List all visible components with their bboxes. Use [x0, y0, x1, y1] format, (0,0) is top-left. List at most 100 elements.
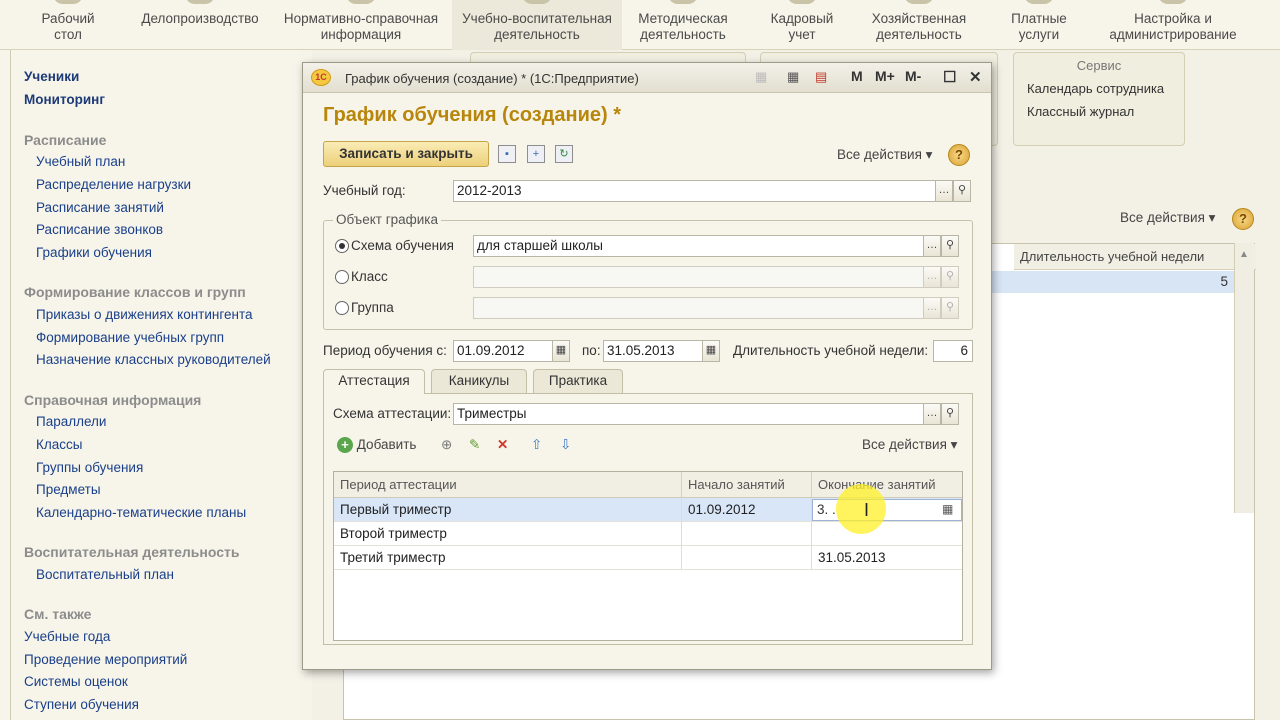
section-education[interactable]: Учебно-воспитательная деятельность [452, 0, 622, 50]
section-admin[interactable]: Настройка и администрирование [1100, 0, 1246, 43]
nav-item[interactable]: Системы оценок [24, 674, 128, 689]
nav-item[interactable]: Расписание звонков [36, 222, 163, 237]
nav-item[interactable]: Учебный план [36, 154, 125, 169]
nav-item[interactable]: Учебные года [24, 629, 110, 644]
nav-item[interactable]: Воспитательный план [36, 567, 174, 582]
section-label: учет [788, 27, 816, 42]
nav-item[interactable]: Классы [36, 437, 82, 452]
scheme-field[interactable]: для старшей школы [473, 235, 924, 257]
radio-group-label[interactable]: Группа [351, 300, 394, 315]
service-panel-title: Сервис [1076, 58, 1122, 73]
admin-icon [1158, 0, 1188, 4]
week-length-field[interactable]: 6 [933, 340, 973, 362]
search-icon[interactable]: ⚲ [941, 235, 959, 257]
move-down-icon[interactable]: ⇩ [560, 437, 571, 453]
radio-group[interactable] [335, 301, 349, 315]
save-and-close-button[interactable]: Записать и закрыть [323, 141, 489, 167]
calendar-icon[interactable]: ▦ [552, 340, 570, 362]
all-actions-label: Все действия [862, 437, 947, 452]
nav-item[interactable]: Назначение классных руководителей [36, 352, 271, 367]
move-up-icon[interactable]: ⇧ [531, 437, 542, 453]
week-length-label: Длительность учебной недели: [733, 343, 929, 358]
nav-item[interactable]: Приказы о движениях контингента [36, 307, 252, 322]
delete-icon[interactable]: ✕ [497, 437, 508, 453]
nav-item[interactable]: Предметы [36, 482, 101, 497]
radio-scheme[interactable] [335, 239, 349, 253]
document-icon[interactable]: ▦ [755, 69, 767, 85]
dropdown-arrow-icon: ▾ [1208, 210, 1216, 225]
nav-item[interactable]: Группы обучения [36, 460, 143, 475]
nav-item[interactable]: Ступени обучения [24, 697, 139, 712]
service-panel: Сервис Календарь сотрудника Классный жур… [1013, 52, 1185, 146]
attestation-scheme-field[interactable]: Триместры [453, 403, 924, 425]
period-to-field[interactable]: 31.05.2013 [603, 340, 703, 362]
section-desktop[interactable]: Рабочий стол [28, 0, 108, 43]
tab-attestation[interactable]: Аттестация [323, 369, 425, 394]
radio-class-label[interactable]: Класс [351, 269, 388, 284]
nav-item[interactable]: Расписание занятий [36, 200, 164, 215]
memory-minus-icon[interactable]: M- [905, 68, 921, 84]
nav-item[interactable]: Формирование учебных групп [36, 330, 224, 345]
help-icon[interactable]: ? [948, 144, 970, 166]
column-header-end[interactable]: Окончание занятий [812, 472, 962, 498]
bg-scrollbar[interactable]: ▲ [1234, 243, 1254, 513]
service-link[interactable]: Календарь сотрудника [1027, 81, 1164, 96]
section-records[interactable]: Делопроизводство [130, 0, 270, 27]
section-hr[interactable]: Кадровый учет [760, 0, 844, 43]
memory-m-icon[interactable]: M [851, 68, 863, 84]
all-actions-label: Все действия [1120, 210, 1205, 225]
nav-item[interactable]: Параллели [36, 414, 106, 429]
search-icon[interactable]: ⚲ [953, 180, 971, 202]
tab-holidays[interactable]: Каникулы [431, 369, 527, 393]
section-methodical[interactable]: Методическая деятельность [630, 0, 736, 43]
refresh-icon[interactable]: ↻ [555, 145, 573, 163]
add-button[interactable]: + Добавить [337, 437, 416, 453]
tab-practice[interactable]: Практика [533, 369, 623, 393]
reference-icon [346, 0, 376, 4]
nav-group-title: Формирование классов и групп [24, 284, 246, 300]
period-from-field[interactable]: 01.09.2012 [453, 340, 553, 362]
select-ellipsis-icon[interactable]: … [935, 180, 953, 202]
close-icon[interactable]: ✕ [969, 68, 982, 86]
section-economic[interactable]: Хозяйственная деятельность [860, 0, 978, 43]
copy-row-icon[interactable]: ⊕ [441, 437, 452, 453]
school-year-field[interactable]: 2012-2013 [453, 180, 936, 202]
select-ellipsis-icon[interactable]: … [923, 235, 941, 257]
edit-icon[interactable]: ✎ [469, 437, 480, 453]
end-date-input[interactable]: 3. . [812, 499, 962, 521]
radio-class[interactable] [335, 270, 349, 284]
calculator-icon[interactable]: ▦ [787, 69, 799, 85]
calendar-icon[interactable]: ▦ [702, 340, 720, 362]
calendar-icon[interactable]: ▤ [815, 69, 827, 85]
radio-scheme-label[interactable]: Схема обучения [351, 238, 454, 253]
section-reference[interactable]: Нормативно-справочная информация [278, 0, 444, 43]
dialog-titlebar[interactable]: 1С График обучения (создание) * (1С:Пред… [303, 63, 991, 93]
table-row[interactable]: Третий триместр 31.05.2013 [334, 546, 962, 570]
hr-icon [787, 0, 817, 4]
search-icon[interactable]: ⚲ [941, 403, 959, 425]
bg-help-icon[interactable]: ? [1232, 208, 1254, 230]
save-icon[interactable]: ▪ [498, 145, 516, 163]
scroll-up-icon[interactable]: ▲ [1239, 249, 1249, 260]
service-link[interactable]: Классный журнал [1027, 104, 1134, 119]
column-header-period[interactable]: Период аттестации [334, 472, 682, 498]
cell-start [682, 522, 812, 546]
bg-all-actions-button[interactable]: Все действия ▾ [1120, 210, 1215, 226]
nav-item[interactable]: Графики обучения [36, 245, 152, 260]
section-paid[interactable]: Платные услуги [1000, 0, 1078, 43]
nav-item[interactable]: Распределение нагрузки [36, 177, 191, 192]
all-actions-button[interactable]: Все действия ▾ [837, 147, 932, 163]
maximize-icon[interactable]: ☐ [943, 68, 956, 86]
select-ellipsis-icon[interactable]: … [923, 403, 941, 425]
nav-item[interactable]: Проведение мероприятий [24, 652, 187, 667]
nav-item-students[interactable]: Ученики [24, 69, 79, 84]
column-header-start[interactable]: Начало занятий [682, 472, 812, 498]
memory-plus-icon[interactable]: M+ [875, 68, 895, 84]
bg-column-header[interactable]: Длительность учебной недели [1014, 244, 1256, 270]
education-icon [522, 0, 552, 4]
copy-icon[interactable]: + [527, 145, 545, 163]
table-all-actions-button[interactable]: Все действия ▾ [862, 437, 957, 453]
calendar-icon[interactable]: ▦ [942, 502, 953, 516]
nav-item-monitoring[interactable]: Мониторинг [24, 92, 105, 107]
nav-item[interactable]: Календарно-тематические планы [36, 505, 246, 520]
